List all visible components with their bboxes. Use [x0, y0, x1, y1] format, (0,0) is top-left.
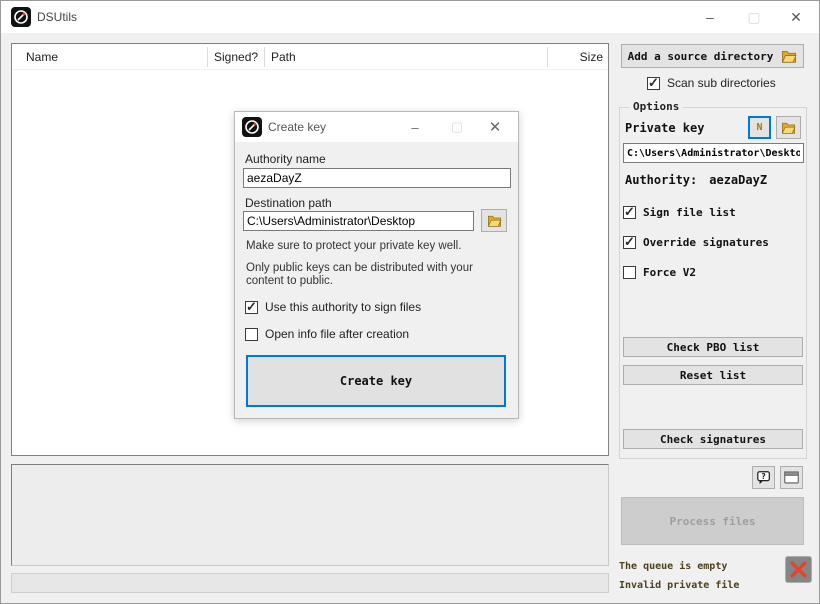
checkbox-box[interactable]: [245, 328, 258, 341]
checkbox-box[interactable]: [623, 236, 636, 249]
browse-destination-button[interactable]: [481, 209, 507, 232]
private-key-note: Make sure to protect your private key we…: [246, 240, 512, 253]
use-authority-checkbox[interactable]: Use this authority to sign files: [245, 300, 421, 314]
process-files-button[interactable]: Process files: [621, 497, 804, 545]
destination-path-input[interactable]: [243, 211, 474, 231]
sign-file-list-label: Sign file list: [643, 206, 736, 219]
dsutils-window: DSUtils – ▢ ✕ Name Signed? Path Size Add…: [0, 0, 820, 604]
status-private-file: Invalid private file: [619, 580, 739, 591]
override-signatures-label: Override signatures: [643, 236, 769, 249]
authority-name-input[interactable]: [243, 168, 511, 188]
force-v2-label: Force V2: [643, 266, 696, 279]
checkbox-box[interactable]: [647, 77, 660, 90]
create-key-dialog: Create key – ▢ ✕ Authority name Destinat…: [234, 111, 519, 419]
sign-file-list-checkbox[interactable]: Sign file list: [623, 206, 736, 219]
window-icon: [784, 471, 799, 484]
title-bar[interactable]: DSUtils – ▢ ✕: [1, 1, 819, 33]
checkbox-box[interactable]: [623, 206, 636, 219]
folder-icon: [487, 214, 502, 227]
dialog-title-bar[interactable]: Create key – ▢ ✕: [235, 112, 518, 142]
checkbox-box[interactable]: [245, 301, 258, 314]
reset-list-button[interactable]: Reset list: [623, 365, 803, 385]
check-signatures-button[interactable]: Check signatures: [623, 429, 803, 449]
column-header-path[interactable]: Path: [271, 44, 296, 70]
open-info-label: Open info file after creation: [265, 327, 409, 341]
log-output: [11, 464, 609, 566]
folder-icon: [781, 121, 796, 134]
dialog-maximize-icon: ▢: [442, 112, 472, 142]
column-divider[interactable]: [264, 47, 265, 67]
window-title: DSUtils: [37, 10, 77, 24]
dialog-title: Create key: [268, 120, 326, 134]
svg-text:?: ?: [761, 472, 765, 481]
destination-path-label: Destination path: [245, 196, 332, 210]
progress-bar: [11, 573, 609, 593]
checkbox-box[interactable]: [623, 266, 636, 279]
minimize-icon[interactable]: –: [693, 1, 727, 33]
open-info-checkbox[interactable]: Open info file after creation: [245, 327, 409, 341]
authority-row: Authority: aezaDayZ: [625, 173, 767, 187]
app-icon: [242, 117, 262, 137]
add-source-directory-label: Add a source directory: [628, 50, 774, 63]
help-icon: ?: [756, 470, 772, 486]
window-view-button[interactable]: [780, 466, 803, 489]
red-x-icon: [788, 559, 809, 580]
check-pbo-list-button[interactable]: Check PBO list: [623, 337, 803, 357]
private-key-path-input[interactable]: [623, 143, 804, 163]
scan-sub-directories-checkbox[interactable]: Scan sub directories: [647, 76, 776, 90]
force-v2-checkbox[interactable]: Force V2: [623, 266, 696, 279]
file-list-header: Name Signed? Path Size: [12, 44, 608, 70]
status-queue: The queue is empty: [619, 561, 727, 572]
maximize-icon[interactable]: ▢: [737, 1, 771, 33]
dialog-close-icon[interactable]: ✕: [480, 112, 510, 142]
public-key-note: Only public keys can be distributed with…: [246, 262, 512, 288]
scan-sub-directories-label: Scan sub directories: [667, 76, 776, 90]
column-header-name[interactable]: Name: [26, 44, 58, 70]
folder-icon: [781, 49, 797, 63]
column-divider[interactable]: [207, 47, 208, 67]
authority-value: aezaDayZ: [709, 173, 767, 187]
authority-label: Authority:: [625, 173, 697, 187]
column-header-size[interactable]: Size: [547, 44, 603, 70]
browse-private-key-button[interactable]: [776, 116, 801, 139]
add-source-directory-button[interactable]: Add a source directory: [621, 44, 804, 68]
use-authority-label: Use this authority to sign files: [265, 300, 421, 314]
dialog-minimize-icon[interactable]: –: [400, 112, 430, 142]
close-icon[interactable]: ✕: [779, 1, 813, 33]
remove-key-button[interactable]: [785, 556, 812, 583]
column-header-signed[interactable]: Signed?: [214, 44, 258, 70]
private-key-label: Private key: [625, 121, 704, 135]
authority-name-label: Authority name: [245, 152, 326, 166]
override-signatures-checkbox[interactable]: Override signatures: [623, 236, 769, 249]
app-icon: [11, 7, 31, 27]
new-key-button[interactable]: N: [748, 116, 771, 139]
create-key-button[interactable]: Create key: [246, 355, 506, 407]
options-group-title: Options: [629, 100, 683, 113]
help-button[interactable]: ?: [752, 466, 775, 489]
